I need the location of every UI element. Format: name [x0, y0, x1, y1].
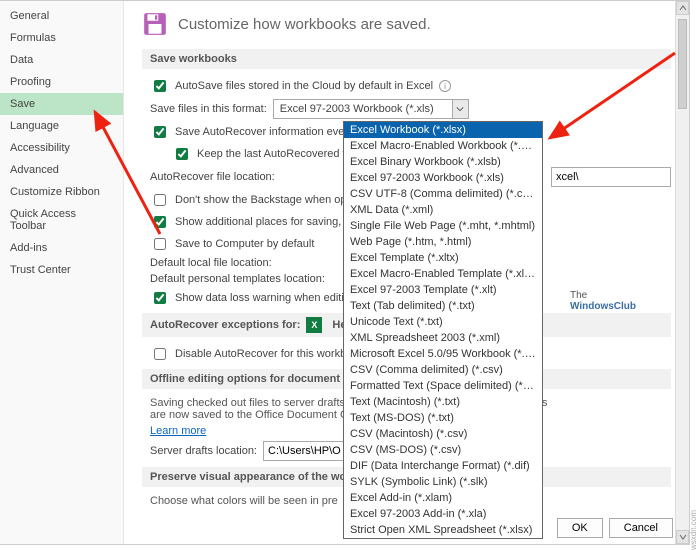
sidebar-item-advanced[interactable]: Advanced [0, 159, 123, 181]
save-autorecover-label: Save AutoRecover information eve [175, 126, 344, 138]
dropdown-item[interactable]: Single File Web Page (*.mht, *.mhtml) [344, 218, 542, 234]
sidebar-item-customize-ribbon[interactable]: Customize Ribbon [0, 181, 123, 203]
sidebar-item-save[interactable]: Save [0, 93, 123, 115]
server-drafts-field[interactable] [263, 441, 353, 461]
sidebar-item-formulas[interactable]: Formulas [0, 27, 123, 49]
dropdown-item[interactable]: CSV (Macintosh) (*.csv) [344, 426, 542, 442]
save-format-value: Excel 97-2003 Workbook (*.xls) [280, 103, 434, 115]
info-icon[interactable]: i [439, 80, 451, 92]
save-icon [142, 11, 168, 37]
autorecover-loc-field[interactable] [551, 167, 671, 187]
autorecover-loc-label: AutoRecover file location: [150, 171, 275, 183]
dropdown-item[interactable]: Excel Add-in (*.xlam) [344, 490, 542, 506]
sidebar-item-data[interactable]: Data [0, 49, 123, 71]
dropdown-item[interactable]: XML Spreadsheet 2003 (*.xml) [344, 330, 542, 346]
dropdown-item[interactable]: DIF (Data Interchange Format) (*.dif) [344, 458, 542, 474]
dropdown-item[interactable]: Excel Binary Workbook (*.xlsb) [344, 154, 542, 170]
scroll-down-button[interactable] [676, 530, 689, 544]
ok-button[interactable]: OK [557, 518, 603, 538]
show-data-loss-checkbox[interactable] [154, 292, 166, 304]
save-to-computer-checkbox[interactable] [154, 238, 166, 250]
dropdown-item[interactable]: Strict Open XML Spreadsheet (*.xlsx) [344, 522, 542, 538]
dropdown-item[interactable]: Web Page (*.htm, *.html) [344, 234, 542, 250]
scroll-thumb[interactable] [678, 19, 687, 109]
server-drafts-label: Server drafts location: [150, 445, 257, 457]
autosave-cloud-label: AutoSave files stored in the Cloud by de… [175, 80, 433, 92]
dropdown-item[interactable]: Excel 97-2003 Template (*.xlt) [344, 282, 542, 298]
sidebar-item-quick-access-toolbar[interactable]: Quick Access Toolbar [0, 203, 123, 237]
dont-show-backstage-label: Don't show the Backstage when op [175, 194, 346, 206]
show-additional-checkbox[interactable] [154, 216, 166, 228]
sidebar-item-proofing[interactable]: Proofing [0, 71, 123, 93]
scroll-up-button[interactable] [676, 1, 689, 15]
vertical-scrollbar[interactable] [675, 1, 689, 544]
default-local-label: Default local file location: [150, 257, 272, 269]
disable-autorecover-checkbox[interactable] [154, 348, 166, 360]
dropdown-item[interactable]: Text (MS-DOS) (*.txt) [344, 410, 542, 426]
dropdown-item[interactable]: XML Data (*.xml) [344, 202, 542, 218]
autosave-cloud-checkbox[interactable] [154, 80, 166, 92]
dont-show-backstage-checkbox[interactable] [154, 194, 166, 206]
save-format-label: Save files in this format: [150, 103, 267, 115]
learn-more-link[interactable]: Learn more [150, 425, 206, 437]
section-save-workbooks: Save workbooks [142, 49, 671, 69]
autorecover-exceptions-label: AutoRecover exceptions for: [150, 319, 300, 331]
page-header: Customize how workbooks are saved. [142, 11, 671, 37]
dropdown-item[interactable]: Excel 97-2003 Add-in (*.xla) [344, 506, 542, 522]
keep-last-checkbox[interactable] [176, 148, 188, 160]
save-format-dropdown-list[interactable]: Excel Workbook (*.xlsx)Excel Macro-Enabl… [343, 121, 543, 539]
dropdown-item[interactable]: Excel Macro-Enabled Workbook (*.xlsm) [344, 138, 542, 154]
dropdown-item[interactable]: Unicode Text (*.txt) [344, 314, 542, 330]
chevron-down-icon[interactable] [452, 100, 468, 118]
dropdown-item[interactable]: Formatted Text (Space delimited) (*.prn) [344, 378, 542, 394]
dropdown-item[interactable]: Excel 97-2003 Workbook (*.xls) [344, 170, 542, 186]
sidebar-item-accessibility[interactable]: Accessibility [0, 137, 123, 159]
sidebar-item-language[interactable]: Language [0, 115, 123, 137]
sidebar-item-add-ins[interactable]: Add-ins [0, 237, 123, 259]
disable-autorecover-label: Disable AutoRecover for this workb [175, 348, 346, 360]
keep-last-label: Keep the last AutoRecovered ve [197, 148, 354, 160]
dropdown-item[interactable]: CSV (Comma delimited) (*.csv) [344, 362, 542, 378]
dropdown-item[interactable]: Text (Macintosh) (*.txt) [344, 394, 542, 410]
dropdown-item[interactable]: CSV (MS-DOS) (*.csv) [344, 442, 542, 458]
dropdown-item[interactable]: Excel Macro-Enabled Template (*.xltm) [344, 266, 542, 282]
source-watermark: wsxdn.com [689, 510, 698, 550]
dialog-buttons: OK Cancel [557, 518, 673, 538]
dropdown-item[interactable]: SYLK (Symbolic Link) (*.slk) [344, 474, 542, 490]
excel-icon: X [306, 317, 322, 333]
dropdown-item[interactable]: Excel Workbook (*.xlsx) [344, 122, 542, 138]
sidebar-item-general[interactable]: General [0, 5, 123, 27]
cancel-button[interactable]: Cancel [609, 518, 673, 538]
show-additional-label: Show additional places for saving, [175, 216, 341, 228]
save-autorecover-checkbox[interactable] [154, 126, 166, 138]
dropdown-item[interactable]: Microsoft Excel 5.0/95 Workbook (*.xls) [344, 346, 542, 362]
dropdown-item[interactable]: Text (Tab delimited) (*.txt) [344, 298, 542, 314]
watermark: The WindowsClub [570, 290, 636, 312]
dropdown-item[interactable]: Excel Template (*.xltx) [344, 250, 542, 266]
sidebar-item-trust-center[interactable]: Trust Center [0, 259, 123, 281]
save-to-computer-label: Save to Computer by default [175, 238, 314, 250]
sidebar: General Formulas Data Proofing Save Lang… [0, 1, 124, 544]
dropdown-item[interactable]: CSV UTF-8 (Comma delimited) (*.csv) [344, 186, 542, 202]
default-templates-label: Default personal templates location: [150, 273, 325, 285]
show-data-loss-label: Show data loss warning when editi [175, 292, 344, 304]
save-format-combo[interactable]: Excel 97-2003 Workbook (*.xls) [273, 99, 469, 119]
page-title: Customize how workbooks are saved. [178, 16, 431, 33]
